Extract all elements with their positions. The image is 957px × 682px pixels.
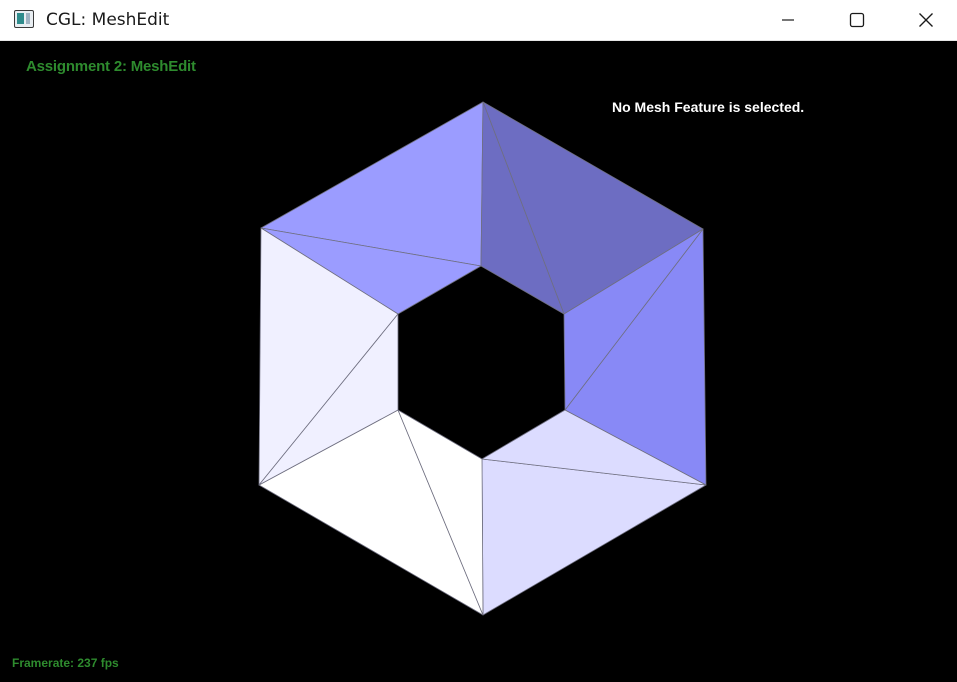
mesh-canvas[interactable] xyxy=(2,41,957,682)
maximize-button[interactable] xyxy=(822,0,892,40)
window-title: CGL: MeshEdit xyxy=(46,10,170,30)
minimize-icon xyxy=(782,19,794,21)
meshedit-window: CGL: MeshEdit Assignment 2: MeshEdit No … xyxy=(0,0,957,682)
feature-status-text: No Mesh Feature is selected. xyxy=(612,99,805,115)
render-viewport[interactable]: Assignment 2: MeshEdit No Mesh Feature i… xyxy=(2,41,957,682)
maximize-icon xyxy=(849,12,865,28)
app-window-icon xyxy=(14,10,34,28)
assignment-title: Assignment 2: MeshEdit xyxy=(26,58,196,75)
mesh-face-bottom-right-face-a[interactable] xyxy=(481,458,707,616)
close-button[interactable] xyxy=(891,0,957,40)
framerate-readout: Framerate: 237 fps xyxy=(12,656,119,670)
minimize-button[interactable] xyxy=(753,0,823,40)
close-icon xyxy=(919,13,933,27)
title-bar[interactable]: CGL: MeshEdit xyxy=(0,0,957,41)
